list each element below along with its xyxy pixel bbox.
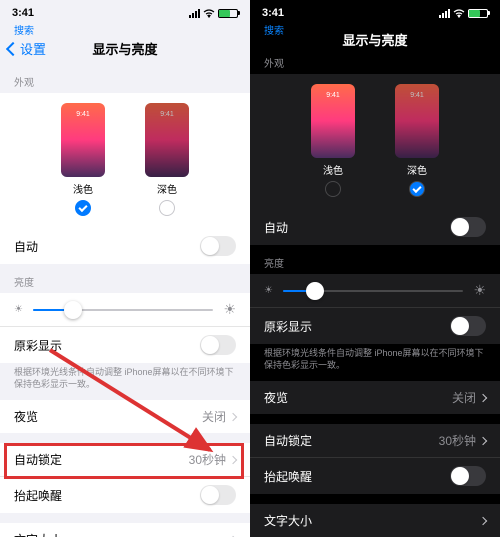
text-size-row[interactable]: 文字大小	[0, 523, 250, 537]
brightness-slider[interactable]: ☀ ☀	[0, 293, 250, 326]
appearance-header: 外观	[250, 45, 500, 74]
raise-to-wake-toggle[interactable]	[200, 485, 236, 505]
dark-thumbnail: 9:41	[145, 103, 189, 177]
radio-checked-icon	[75, 200, 91, 216]
appearance-block: 9:41 浅色 9:41 深色	[0, 93, 250, 228]
battery-icon	[218, 9, 238, 18]
light-thumbnail: 9:41	[61, 103, 105, 177]
raise-to-wake-toggle[interactable]	[450, 466, 486, 486]
auto-lock-row[interactable]: 自动锁定30秒钟	[250, 424, 500, 457]
auto-row: 自动	[0, 228, 250, 264]
back-button[interactable]: 设置	[8, 39, 46, 58]
appearance-header: 外观	[0, 64, 250, 93]
chevron-right-icon	[479, 437, 487, 445]
auto-row: 自动	[250, 209, 500, 245]
search-link[interactable]: 搜索	[0, 22, 250, 37]
dark-thumbnail: 9:41	[395, 84, 439, 158]
nav-bar: 显示与亮度	[250, 37, 500, 45]
true-tone-toggle[interactable]	[200, 335, 236, 355]
appearance-light-option[interactable]: 9:41 浅色	[311, 84, 355, 197]
night-shift-row[interactable]: 夜览关闭	[250, 381, 500, 414]
battery-icon	[468, 9, 488, 18]
true-tone-note: 根据环境光线条件自动调整 iPhone屏幕以在不同环境下保持色彩显示一致。	[250, 344, 500, 381]
true-tone-row: 原彩显示	[250, 307, 500, 344]
true-tone-row: 原彩显示	[0, 326, 250, 363]
phone-dark: 3:41 搜索 显示与亮度 外观 9:41 浅色 9:41 深色 自动 亮度 ☀…	[250, 0, 500, 537]
chevron-right-icon	[229, 413, 237, 421]
appearance-dark-option[interactable]: 9:41 深色	[145, 103, 189, 216]
appearance-light-option[interactable]: 9:41 浅色	[61, 103, 105, 216]
appearance-dark-option[interactable]: 9:41 深色	[395, 84, 439, 197]
light-thumbnail: 9:41	[311, 84, 355, 158]
auto-toggle[interactable]	[200, 236, 236, 256]
auto-lock-row[interactable]: 自动锁定30秒钟	[0, 443, 250, 476]
phone-light: 3:41 搜索 设置 显示与亮度 外观 9:41 浅色 9:41 深色 自动 亮…	[0, 0, 250, 537]
sun-high-icon: ☀	[223, 301, 236, 318]
sun-high-icon: ☀	[473, 282, 486, 299]
status-time: 3:41	[12, 7, 34, 19]
sun-low-icon: ☀	[264, 285, 273, 296]
status-bar: 3:41	[0, 0, 250, 22]
brightness-header: 亮度	[0, 264, 250, 293]
radio-unchecked-icon	[159, 200, 175, 216]
status-time: 3:41	[262, 7, 284, 19]
wifi-icon	[203, 8, 215, 18]
page-title: 显示与亮度	[342, 30, 407, 49]
appearance-block: 9:41 浅色 9:41 深色	[250, 74, 500, 209]
chevron-right-icon	[479, 394, 487, 402]
chevron-right-icon	[229, 456, 237, 464]
raise-to-wake-row: 抬起唤醒	[250, 457, 500, 494]
wifi-icon	[453, 8, 465, 18]
sun-low-icon: ☀	[14, 304, 23, 315]
text-size-row[interactable]: 文字大小	[250, 504, 500, 537]
signal-icon	[189, 9, 200, 18]
true-tone-note: 根据环境光线条件自动调整 iPhone屏幕以在不同环境下保持色彩显示一致。	[0, 363, 250, 400]
raise-to-wake-row: 抬起唤醒	[0, 476, 250, 513]
signal-icon	[439, 9, 450, 18]
radio-unchecked-icon	[325, 181, 341, 197]
chevron-left-icon	[6, 41, 20, 55]
nav-bar: 设置 显示与亮度	[0, 37, 250, 64]
brightness-slider[interactable]: ☀ ☀	[250, 274, 500, 307]
night-shift-row[interactable]: 夜览关闭	[0, 400, 250, 433]
auto-toggle[interactable]	[450, 217, 486, 237]
status-bar: 3:41	[250, 0, 500, 22]
page-title: 显示与亮度	[92, 39, 157, 58]
radio-checked-icon	[409, 181, 425, 197]
chevron-right-icon	[479, 517, 487, 525]
true-tone-toggle[interactable]	[450, 316, 486, 336]
brightness-header: 亮度	[250, 245, 500, 274]
